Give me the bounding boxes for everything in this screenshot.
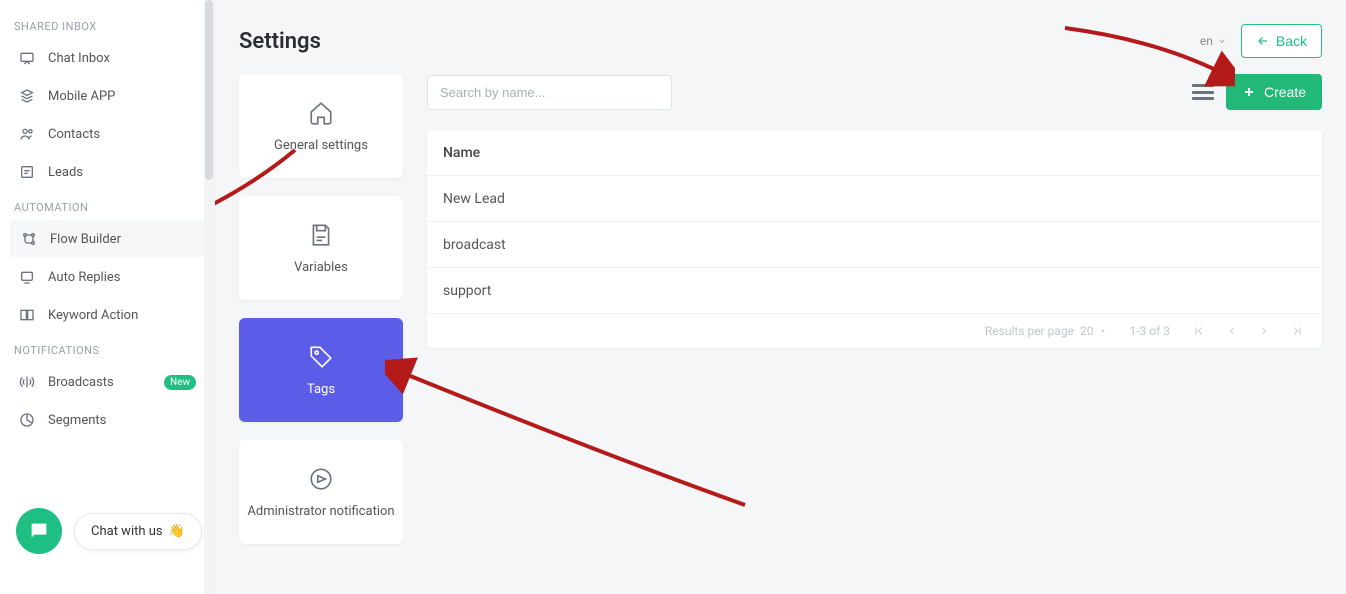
pager	[1192, 324, 1304, 338]
new-badge: New	[164, 375, 196, 390]
page-next-icon[interactable]	[1258, 325, 1270, 337]
list-view-icon[interactable]	[1192, 84, 1214, 100]
segments-icon	[18, 411, 36, 429]
sidebar-item-label: Mobile APP	[48, 89, 115, 104]
page-range: 1-3 of 3	[1129, 324, 1170, 338]
sidebar-item-label: Segments	[48, 413, 106, 428]
page-prev-icon[interactable]	[1226, 325, 1238, 337]
chevron-down-icon	[1217, 36, 1227, 46]
page-header: Settings en Back	[239, 24, 1322, 58]
tile-label: Tags	[307, 382, 335, 397]
chat-label: Chat with us	[91, 524, 163, 539]
results-per-page[interactable]: Results per page 20	[985, 324, 1108, 338]
leads-icon	[18, 163, 36, 181]
sidebar-item-label: Contacts	[48, 127, 100, 142]
home-icon	[308, 100, 334, 126]
sidebar-item-label: Broadcasts	[48, 375, 114, 390]
search-input[interactable]	[427, 75, 672, 110]
chat-icon	[18, 49, 36, 67]
sidebar-section-automation: AUTOMATION	[0, 191, 214, 220]
toolbar: Create	[427, 74, 1322, 110]
tile-admin-notification[interactable]: Administrator notification	[239, 440, 403, 544]
sidebar-item-auto-replies[interactable]: Auto Replies	[0, 258, 214, 296]
flow-icon	[20, 230, 38, 248]
sidebar-section-notifications: NOTIFICATIONS	[0, 334, 214, 363]
keyword-icon	[18, 306, 36, 324]
caret-down-icon	[1099, 327, 1107, 335]
sidebar-item-keyword-action[interactable]: Keyword Action	[0, 296, 214, 334]
sidebar-item-label: Keyword Action	[48, 308, 138, 323]
table-footer: Results per page 20 1-3 of 3	[427, 314, 1322, 348]
back-button[interactable]: Back	[1241, 24, 1322, 58]
tile-tags[interactable]: Tags	[239, 318, 403, 422]
plus-icon	[1242, 85, 1256, 99]
chat-bubble[interactable]: Chat with us 👋	[74, 513, 202, 550]
language-selector[interactable]: en	[1200, 34, 1227, 48]
table-row[interactable]: support	[427, 268, 1322, 314]
sidebar-item-chat-inbox[interactable]: Chat Inbox	[0, 39, 214, 77]
contacts-icon	[18, 125, 36, 143]
mobile-icon	[18, 87, 36, 105]
tags-table: Name New Lead broadcast support Results …	[427, 130, 1322, 348]
create-button[interactable]: Create	[1226, 74, 1322, 110]
sidebar-item-mobile-app[interactable]: Mobile APP	[0, 77, 214, 115]
sidebar-item-leads[interactable]: Leads	[0, 153, 214, 191]
sidebar: SHARED INBOX Chat Inbox Mobile APP Conta…	[0, 0, 215, 594]
broadcast-icon	[18, 373, 36, 391]
tile-label: General settings	[274, 138, 368, 153]
sidebar-item-segments[interactable]: Segments	[0, 401, 214, 439]
sidebar-item-label: Chat Inbox	[48, 51, 110, 66]
page-last-icon[interactable]	[1290, 324, 1304, 338]
sidebar-item-flow-builder[interactable]: Flow Builder	[10, 220, 204, 258]
auto-replies-icon	[18, 268, 36, 286]
sidebar-section-shared-inbox: SHARED INBOX	[0, 10, 214, 39]
arrow-left-icon	[1256, 34, 1270, 48]
column-name: Name	[443, 145, 480, 161]
table-row[interactable]: New Lead	[427, 176, 1322, 222]
wave-emoji: 👋	[169, 524, 185, 539]
main-content: Settings en Back General settings	[215, 0, 1346, 594]
tag-icon	[308, 344, 334, 370]
sidebar-scrollbar[interactable]	[204, 0, 214, 594]
table-header: Name	[427, 130, 1322, 176]
tile-variables[interactable]: Variables	[239, 196, 403, 300]
chat-widget: Chat with us 👋	[16, 508, 202, 554]
page-first-icon[interactable]	[1192, 324, 1206, 338]
page-title: Settings	[239, 29, 321, 54]
sidebar-item-label: Auto Replies	[48, 270, 120, 285]
table-row[interactable]: broadcast	[427, 222, 1322, 268]
sidebar-item-label: Flow Builder	[50, 232, 121, 247]
sidebar-item-label: Leads	[48, 165, 83, 180]
sidebar-item-broadcasts[interactable]: Broadcasts New	[0, 363, 214, 401]
save-icon	[308, 222, 334, 248]
tile-general-settings[interactable]: General settings	[239, 74, 403, 178]
settings-tiles: General settings Variables Tags	[239, 74, 403, 544]
tile-label: Administrator notification	[247, 504, 394, 519]
tile-label: Variables	[294, 260, 348, 275]
chat-fab[interactable]	[16, 508, 62, 554]
notification-icon	[308, 466, 334, 492]
sidebar-item-contacts[interactable]: Contacts	[0, 115, 214, 153]
